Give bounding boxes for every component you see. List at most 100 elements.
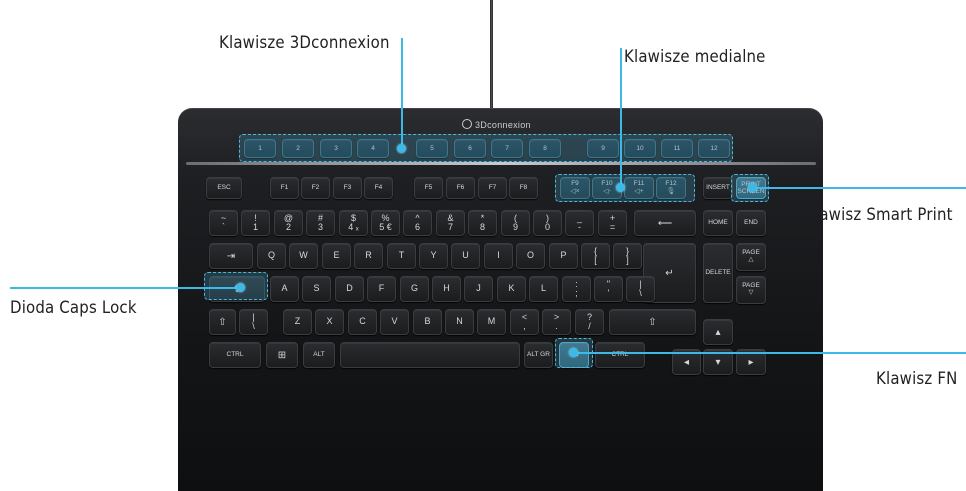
windows-logo-icon: ⊞ bbox=[277, 349, 287, 361]
key-n[interactable]: N bbox=[445, 309, 474, 335]
key-punct-a-2-bottom: \ bbox=[639, 288, 642, 298]
key-p[interactable]: P bbox=[549, 243, 578, 269]
key-v[interactable]: V bbox=[380, 309, 409, 335]
key-3d-12[interactable]: 12 bbox=[698, 139, 730, 158]
key-f2[interactable]: F2 bbox=[301, 177, 330, 199]
key-s[interactable]: S bbox=[302, 276, 331, 302]
light-strip bbox=[186, 162, 816, 165]
key-alt-gr[interactable]: ALT GR bbox=[524, 342, 553, 368]
key-num-5[interactable]: % 5 € bbox=[371, 210, 400, 236]
key-3d-7[interactable]: 7 bbox=[491, 139, 523, 158]
key-3d-1[interactable]: 1 bbox=[244, 139, 276, 158]
key-i-label: I bbox=[497, 250, 500, 261]
leader-dot-media bbox=[616, 183, 625, 192]
key-g[interactable]: G bbox=[400, 276, 429, 302]
key-num-12-bottom: = bbox=[609, 222, 616, 232]
key-k[interactable]: K bbox=[497, 276, 526, 302]
key-m[interactable]: M bbox=[477, 309, 506, 335]
key-f6[interactable]: F6 bbox=[446, 177, 475, 199]
key-page-up[interactable]: PAGE △ bbox=[736, 243, 766, 271]
key-f8[interactable]: F8 bbox=[509, 177, 538, 199]
enter-icon: ↵ bbox=[665, 267, 674, 279]
key-z[interactable]: Z bbox=[283, 309, 312, 335]
key-punct-a-0[interactable]: :; bbox=[562, 276, 591, 302]
key-e[interactable]: E bbox=[322, 243, 351, 269]
key-3d-9[interactable]: 9 bbox=[587, 139, 619, 158]
key-r[interactable]: R bbox=[354, 243, 383, 269]
key-space[interactable] bbox=[340, 342, 520, 368]
key-num-9[interactable]: (9 bbox=[501, 210, 530, 236]
key-num-12[interactable]: + = bbox=[598, 210, 627, 236]
key-num-8[interactable]: * 8 bbox=[468, 210, 497, 236]
key-bracket-1[interactable]: }] bbox=[613, 243, 642, 269]
key-f5[interactable]: F5 bbox=[414, 177, 443, 199]
leader-dot-fn bbox=[569, 348, 578, 357]
key-f4[interactable]: F4 bbox=[364, 177, 393, 199]
key-f9[interactable]: F9 ◁× bbox=[560, 177, 590, 199]
key-3d-4[interactable]: 4 bbox=[357, 139, 389, 158]
key-f1[interactable]: F1 bbox=[270, 177, 299, 199]
key-punct-a-1[interactable]: " ' bbox=[594, 276, 623, 302]
key-3d-10[interactable]: 10 bbox=[624, 139, 656, 158]
key-a[interactable]: A bbox=[270, 276, 299, 302]
key-tab[interactable]: ⇥ bbox=[209, 243, 253, 269]
key-f11[interactable]: F11 ◁+ bbox=[624, 177, 654, 199]
key-num-11[interactable]: _ - bbox=[565, 210, 594, 236]
key-ctrl-right[interactable]: CTRL bbox=[595, 342, 645, 368]
key-alt[interactable]: ALT bbox=[303, 342, 335, 368]
key-t[interactable]: T bbox=[387, 243, 416, 269]
key-w[interactable]: W bbox=[289, 243, 318, 269]
key-q[interactable]: Q bbox=[257, 243, 286, 269]
key-l[interactable]: L bbox=[529, 276, 558, 302]
key-f7[interactable]: F7 bbox=[478, 177, 507, 199]
key-o[interactable]: O bbox=[516, 243, 545, 269]
key-page-down[interactable]: PAGE ▽ bbox=[736, 276, 766, 304]
key-3d-11[interactable]: 11 bbox=[661, 139, 693, 158]
key-h[interactable]: H bbox=[432, 276, 461, 302]
key-i[interactable]: I bbox=[484, 243, 513, 269]
key-num-1[interactable]: ! 1 bbox=[241, 210, 270, 236]
key-u[interactable]: U bbox=[451, 243, 480, 269]
key-d[interactable]: D bbox=[335, 276, 364, 302]
key-3d-5[interactable]: 5 bbox=[416, 139, 448, 158]
key-j[interactable]: J bbox=[464, 276, 493, 302]
key-num-3[interactable]: #3 bbox=[306, 210, 335, 236]
key-f12[interactable]: F12 🎙 bbox=[656, 177, 686, 199]
key-delete[interactable]: DELETE bbox=[703, 243, 733, 303]
key-insert[interactable]: INSERT bbox=[703, 177, 733, 199]
key-punct-z-2[interactable]: ? / bbox=[575, 309, 604, 335]
key-b[interactable]: B bbox=[413, 309, 442, 335]
key-arrow-up[interactable]: ▴ bbox=[703, 319, 733, 345]
key-shift-left[interactable]: ⇧ bbox=[209, 309, 236, 335]
key-e-label: E bbox=[333, 250, 340, 261]
key-3d-8[interactable]: 8 bbox=[529, 139, 561, 158]
key-punct-z-1[interactable]: >. bbox=[542, 309, 571, 335]
key-backspace[interactable]: ⟵ bbox=[634, 210, 696, 236]
key-windows[interactable]: ⊞ bbox=[266, 342, 298, 368]
key-f4-label: F4 bbox=[374, 184, 383, 192]
key-num-0[interactable]: ~ ` bbox=[209, 210, 238, 236]
key-num-6[interactable]: ^ 6 bbox=[403, 210, 432, 236]
key-3d-2-label: 2 bbox=[296, 144, 300, 152]
key-f[interactable]: F bbox=[367, 276, 396, 302]
key-y[interactable]: Y bbox=[419, 243, 448, 269]
key-f3[interactable]: F3 bbox=[333, 177, 362, 199]
key-3d-2[interactable]: 2 bbox=[282, 139, 314, 158]
key-home[interactable]: HOME bbox=[703, 210, 733, 236]
key-esc[interactable]: ESC bbox=[206, 177, 242, 199]
key-num-2[interactable]: @2 bbox=[274, 210, 303, 236]
key-punct-a-2[interactable]: | \ bbox=[626, 276, 655, 302]
key-3d-6[interactable]: 6 bbox=[454, 139, 486, 158]
key-num-10[interactable]: ) 0 bbox=[533, 210, 562, 236]
key-shift-right[interactable]: ⇧ bbox=[609, 309, 696, 335]
key-num-4[interactable]: $4 ₓ bbox=[339, 210, 368, 236]
key-bracket-0[interactable]: {[ bbox=[581, 243, 610, 269]
key-3d-3[interactable]: 3 bbox=[320, 139, 352, 158]
key-backslash-left[interactable]: | \ bbox=[239, 309, 268, 335]
key-num-7[interactable]: & 7 bbox=[436, 210, 465, 236]
key-ctrl-left[interactable]: CTRL bbox=[209, 342, 261, 368]
key-punct-z-0[interactable]: <, bbox=[510, 309, 539, 335]
key-c[interactable]: C bbox=[348, 309, 377, 335]
key-x[interactable]: X bbox=[315, 309, 344, 335]
key-end[interactable]: END bbox=[736, 210, 766, 236]
